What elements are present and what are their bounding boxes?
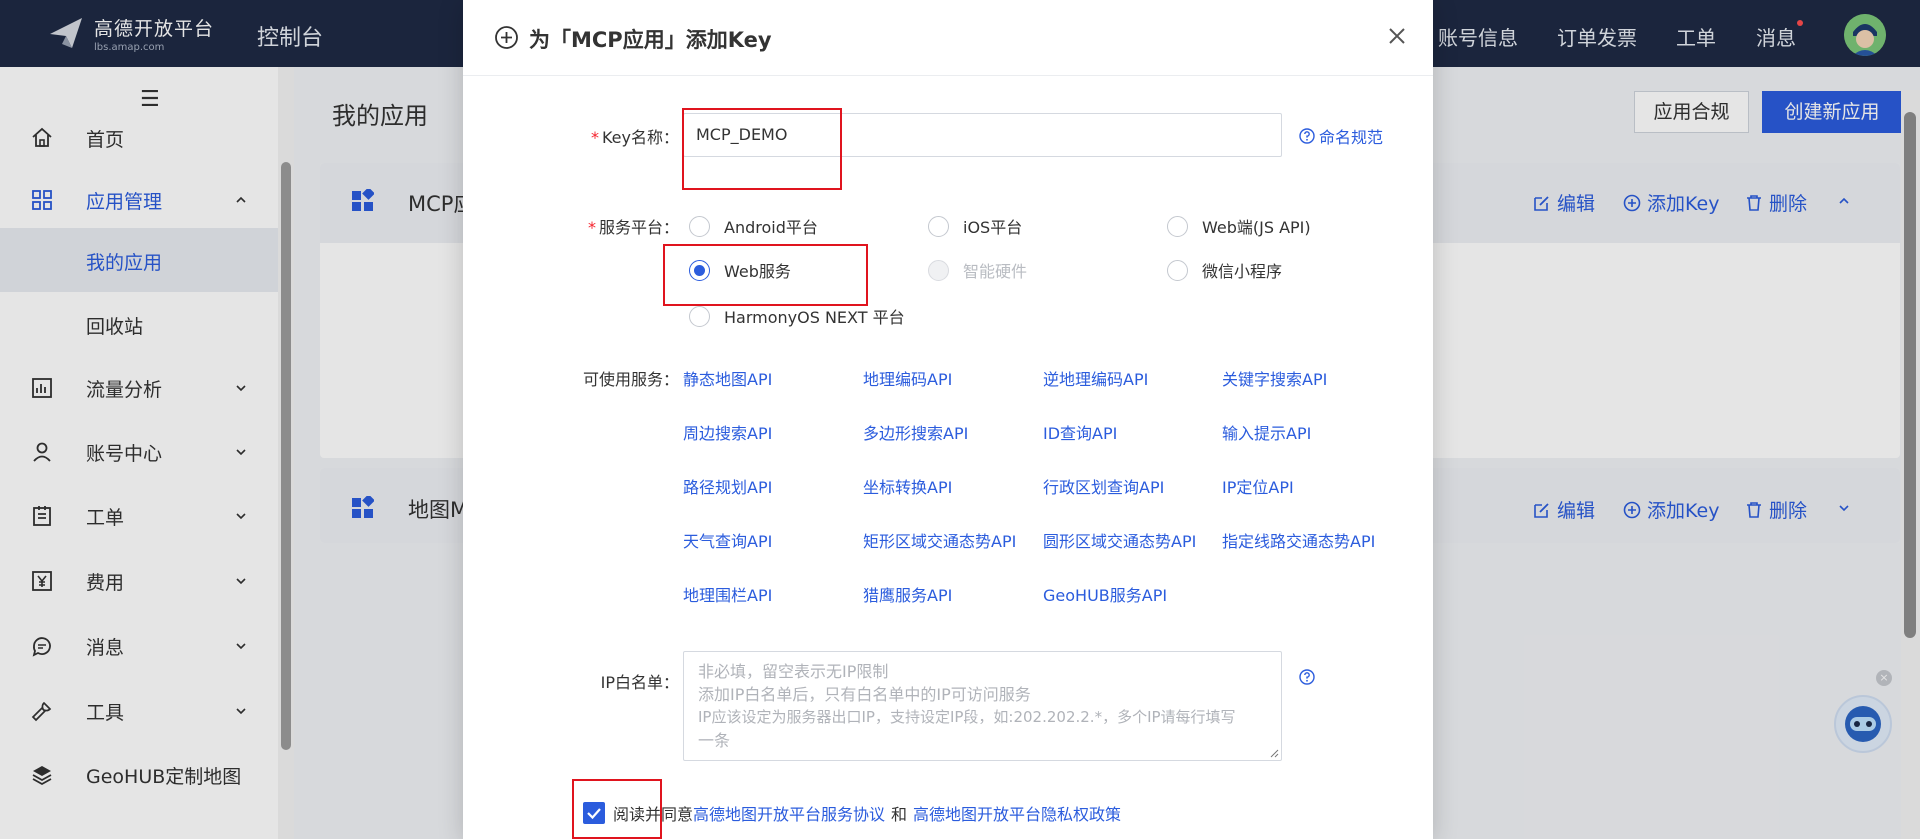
- key-name-label-text: Key名称：: [601, 128, 679, 147]
- service-link[interactable]: 地理围栏API: [683, 582, 772, 606]
- radio-label: 智能硬件: [963, 262, 1028, 281]
- ip-placeholder-line: 一条: [698, 731, 731, 750]
- naming-rule-label: 命名规范: [1319, 128, 1384, 147]
- question-circle-icon: [1299, 128, 1315, 144]
- dialog-header: 为「MCP应用」添加Key: [463, 0, 1433, 76]
- ip-whitelist-label: IP白名单：: [600, 673, 679, 692]
- agree-and-text: 和: [891, 805, 908, 824]
- service-link[interactable]: IP定位API: [1222, 474, 1294, 498]
- service-link[interactable]: 逆地理编码API: [1043, 366, 1148, 390]
- platform-label-text: 服务平台：: [598, 218, 679, 237]
- close-icon[interactable]: [1386, 25, 1408, 47]
- radio-harmonyos[interactable]: HarmonyOS NEXT 平台: [689, 304, 905, 328]
- radio-label: Web端(JS API): [1202, 218, 1311, 237]
- radio-label: HarmonyOS NEXT 平台: [724, 308, 905, 327]
- service-link[interactable]: 关键字搜索API: [1222, 366, 1327, 390]
- radio-dot: [1167, 215, 1188, 237]
- radio-dot: [1167, 259, 1188, 281]
- key-name-label: * Key名称：: [590, 128, 679, 147]
- service-link[interactable]: ID查询API: [1043, 420, 1117, 444]
- service-link[interactable]: 矩形区域交通态势API: [863, 528, 1016, 552]
- dialog-title: 为「MCP应用」添加Key: [529, 28, 772, 52]
- platform-label: * 服务平台：: [587, 218, 679, 237]
- service-link[interactable]: 猎鹰服务API: [863, 582, 952, 606]
- service-link[interactable]: 地理编码API: [863, 366, 952, 390]
- service-link[interactable]: 多边形搜索API: [863, 420, 968, 444]
- highlight-agree: [572, 779, 662, 839]
- radio-smart-hardware: 智能硬件: [928, 258, 1027, 282]
- service-link[interactable]: 静态地图API: [683, 366, 772, 390]
- service-link[interactable]: 行政区划查询API: [1043, 474, 1164, 498]
- radio-dot: [928, 215, 949, 237]
- radio-label: 微信小程序: [1202, 262, 1283, 281]
- radio-dot: [928, 259, 949, 281]
- service-link[interactable]: 坐标转换API: [863, 474, 952, 498]
- services-label: 可使用服务：: [582, 370, 679, 389]
- radio-label: iOS平台: [963, 218, 1023, 237]
- service-link[interactable]: 天气查询API: [683, 528, 772, 552]
- radio-web-jsapi[interactable]: Web端(JS API): [1167, 214, 1311, 238]
- agreement-row: 阅读并同意 高德地图开放平台服务协议 和 高德地图开放平台隐私权政策: [583, 801, 1121, 825]
- highlight-web-service: [663, 244, 868, 306]
- ip-placeholder-line: 添加IP白名单后，只有白名单中的IP可访问服务: [698, 685, 1031, 704]
- resize-grip-icon[interactable]: [1269, 748, 1279, 758]
- service-link[interactable]: 输入提示API: [1222, 420, 1311, 444]
- highlight-key-name: [682, 108, 842, 190]
- ip-whitelist-textarea[interactable]: 非必填，留空表示无IP限制 添加IP白名单后，只有白名单中的IP可访问服务 IP…: [683, 651, 1282, 761]
- service-link[interactable]: GeoHUB服务API: [1043, 582, 1167, 606]
- radio-android[interactable]: Android平台: [689, 214, 818, 238]
- ip-placeholder-line: IP应该设定为服务器出口IP，支持设定IP段，如:202.202.2.*，多个I…: [698, 708, 1236, 726]
- radio-ios[interactable]: iOS平台: [928, 214, 1022, 238]
- naming-rule-link[interactable]: 命名规范: [1299, 124, 1383, 148]
- question-circle-icon[interactable]: [1299, 669, 1315, 685]
- service-agreement-link[interactable]: 高德地图开放平台服务协议: [693, 801, 885, 825]
- add-key-dialog: 为「MCP应用」添加Key * Key名称： MCP_DEMO 命名规范 * 服务平…: [463, 0, 1433, 839]
- privacy-policy-link[interactable]: 高德地图开放平台隐私权政策: [913, 801, 1121, 825]
- service-link[interactable]: 路径规划API: [683, 474, 772, 498]
- service-link[interactable]: 指定线路交通态势API: [1222, 528, 1375, 552]
- plus-circle-icon: [495, 26, 518, 49]
- radio-dot: [689, 215, 710, 237]
- radio-label: Android平台: [724, 218, 818, 237]
- radio-dot: [689, 305, 710, 327]
- ip-placeholder-line: 非必填，留空表示无IP限制: [698, 662, 889, 681]
- service-link[interactable]: 圆形区域交通态势API: [1043, 528, 1196, 552]
- radio-wechat-miniprogram[interactable]: 微信小程序: [1167, 258, 1282, 282]
- service-link[interactable]: 周边搜索API: [683, 420, 772, 444]
